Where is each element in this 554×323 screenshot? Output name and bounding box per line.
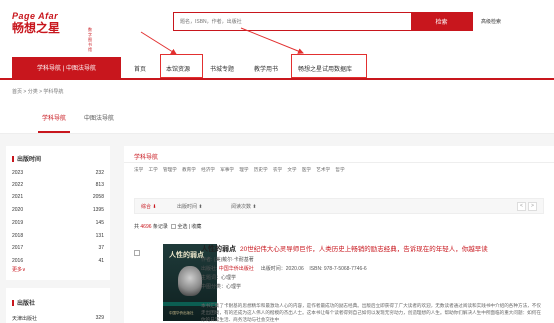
nav-home[interactable]: 首页 [134, 64, 146, 73]
publisher-row[interactable]: 天津出版社 329 [12, 315, 104, 322]
highlight-box-library [160, 54, 203, 78]
tab-subject[interactable]: 学科导航 [42, 113, 66, 122]
publisher-filter-title: 出版社 [12, 298, 35, 307]
book-author: 作者: (美)戴尔·卡耐基著 [201, 257, 254, 263]
favorite-button[interactable]: 收藏 [191, 224, 201, 230]
breadcrumb: 首页 > 分类 > 学科导航 [12, 89, 64, 95]
search-input[interactable] [174, 13, 411, 30]
year-row[interactable]: 2017 37 [12, 245, 104, 251]
year-row[interactable]: 2021 2058 [12, 194, 104, 200]
nav-category-button[interactable]: 学科导航 | 中图法导航 [12, 57, 121, 78]
subject-link[interactable]: 法学 [134, 167, 143, 172]
main-panel: 学科导航 法学 工学 管理学 教育学 经济学 军事学 理学 历史学 农学 文学 … [124, 146, 554, 323]
subject-link[interactable]: 医学 [302, 167, 311, 172]
logo-sub-line2: 图书馆 [88, 37, 92, 52]
book-publisher: 出版社: 中国华侨出版社 出版时间：2020.06 ISBN: 978-7-50… [201, 266, 367, 272]
select-all-checkbox[interactable] [171, 224, 177, 230]
next-page-button[interactable]: > [528, 202, 537, 211]
header: Page Afar 畅想之星 数字 图书馆 检索 高级检索 [0, 0, 554, 52]
logo[interactable]: Page Afar 畅想之星 数字 图书馆 [12, 11, 92, 52]
search-bar: 检索 [173, 12, 473, 31]
nav-bookstore-topics[interactable]: 书城专题 [210, 64, 234, 73]
more-years-link[interactable]: 更多∨ [12, 266, 26, 273]
year-row[interactable]: 2020 1395 [12, 207, 104, 213]
nav-teaching-books[interactable]: 教学用书 [254, 64, 278, 73]
subject-link[interactable]: 理学 [239, 167, 248, 172]
highlight-box-trial [291, 54, 367, 78]
year-row[interactable]: 2016 41 [12, 258, 104, 264]
cover-portrait [178, 266, 202, 296]
result-count-value: 4696 [140, 224, 152, 230]
logo-sub: 数字 图书馆 [88, 27, 92, 52]
cover-title: 人性的弱点 [169, 252, 204, 259]
tab-clc[interactable]: 中图法导航 [84, 113, 114, 122]
year-row[interactable]: 2018 131 [12, 233, 104, 239]
book-category: 中图分类：心理学 [201, 284, 242, 290]
nav-tabs: 学科导航 中图法导航 [0, 104, 554, 134]
nav-category-label: 学科导航 | 中图法导航 [37, 66, 96, 72]
subject-link[interactable]: 经济学 [201, 167, 215, 172]
subject-link[interactable]: 军事学 [220, 167, 234, 172]
subject-link[interactable]: 管理学 [163, 167, 177, 172]
subject-link[interactable]: 哲学 [335, 167, 344, 172]
book-tagline: 20世纪伟大心灵导师巨作，人类历史上畅销的励志经典，告诉现在的年轻人，你越早读 [240, 246, 488, 253]
sort-reads[interactable]: 阅读次数 ⬍ [231, 203, 257, 210]
search-button[interactable]: 检索 [411, 13, 472, 30]
subject-link[interactable]: 文学 [287, 167, 296, 172]
subject-link[interactable]: 历史学 [254, 167, 268, 172]
subject-link[interactable]: 农学 [273, 167, 282, 172]
main-nav: 学科导航 | 中图法导航 首页 本馆资源 书城专题 教学用书 畅想之星试用数据库 [0, 54, 554, 80]
book-title-row: 人性的弱点 20世纪伟大心灵导师巨作，人类历史上畅销的励志经典，告诉现在的年轻人，… [201, 243, 488, 254]
main-title: 学科导航 [134, 155, 159, 161]
subject-link[interactable]: 教育学 [182, 167, 196, 172]
subject-link[interactable]: 艺术学 [316, 167, 330, 172]
sidebar-publisher-filter: 出版社 天津出版社 329 [6, 288, 110, 323]
logo-cn: 畅想之星 [12, 21, 61, 35]
sort-default[interactable]: 综合 ⬇ [141, 203, 157, 210]
book-description: 本书汇集了卡耐基的思想精华和最激动人心的内容，是作者最成功的励志经典。出版后立即… [201, 303, 541, 322]
advanced-search-link[interactable]: 高级检索 [481, 18, 501, 25]
book-subject: 主题词：心理学 [201, 275, 237, 281]
sort-bar: 综合 ⬇ 出版时间 ⬍ 阅读次数 ⬍ < > [134, 198, 544, 214]
year-filter-title: 出版时间 [12, 154, 41, 163]
tab-active-indicator [38, 131, 70, 133]
cover-publisher: 中国华侨出版社 [169, 311, 194, 315]
subject-list: 法学 工学 管理学 教育学 经济学 军事学 理学 历史学 农学 文学 医学 艺术… [134, 167, 349, 173]
sort-date[interactable]: 出版时间 ⬍ [177, 203, 203, 210]
subject-link[interactable]: 工学 [148, 167, 157, 172]
pager: < > [517, 202, 537, 211]
logo-sub-line1: 数字 [88, 27, 92, 37]
year-row[interactable]: 2023 232 [12, 170, 104, 176]
book-checkbox[interactable] [134, 250, 140, 256]
book-title[interactable]: 人性的弱点 [201, 246, 236, 253]
result-count: 共 4696 条记录 全选 | 收藏 [134, 224, 202, 230]
year-row[interactable]: 2022 813 [12, 182, 104, 188]
sidebar-year-filter: 出版时间 2023 232 2022 813 2021 2058 2020 1395 2… [6, 146, 110, 280]
prev-page-button[interactable]: < [517, 202, 526, 211]
year-row[interactable]: 2019 145 [12, 220, 104, 226]
divider [124, 162, 554, 163]
